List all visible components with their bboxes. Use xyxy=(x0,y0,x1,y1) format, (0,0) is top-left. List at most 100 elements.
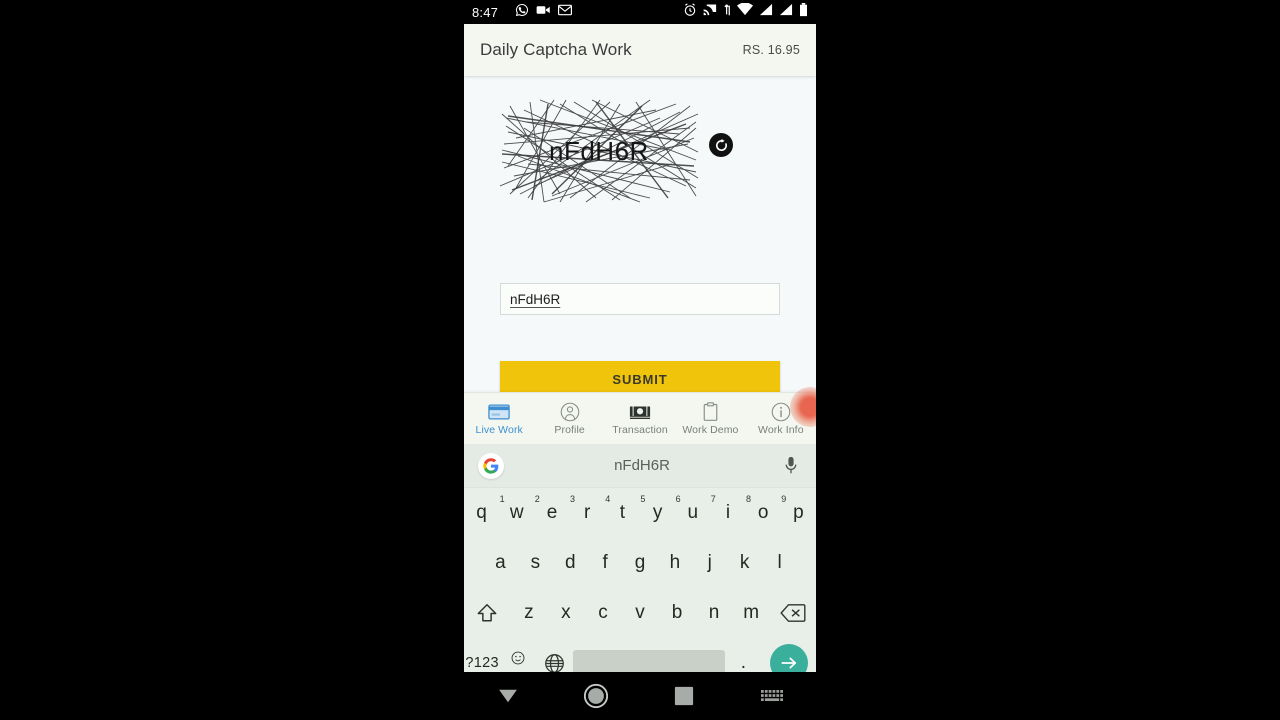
period-key[interactable]: . xyxy=(725,638,761,672)
key-w[interactable]: 2w xyxy=(499,488,540,538)
balance-label: RS. 16.95 xyxy=(742,43,800,57)
key-s[interactable]: s xyxy=(518,538,553,588)
info-circle-icon xyxy=(771,402,791,422)
captcha-text: nFdH6R xyxy=(549,136,649,166)
tab-profile[interactable]: Profile xyxy=(534,393,604,444)
keyboard-row-2: a s d f g h j k l xyxy=(464,538,816,588)
space-key[interactable] xyxy=(572,638,726,672)
key-g[interactable]: g xyxy=(623,538,658,588)
enter-arrow-icon xyxy=(769,644,808,672)
page-title: Daily Captcha Work xyxy=(480,40,632,59)
space-bar xyxy=(572,650,726,672)
status-bar-right xyxy=(683,2,808,22)
key-q[interactable]: 1q xyxy=(464,488,504,538)
emoji-comma-key[interactable]: , xyxy=(500,638,536,672)
enter-key[interactable] xyxy=(762,638,816,672)
suggestion-text[interactable]: nFdH6R xyxy=(504,457,780,474)
main-content: nFdH6R nFdH6R SUBMIT xyxy=(464,76,816,427)
gmail-icon xyxy=(558,3,573,21)
tab-transaction[interactable]: Transaction xyxy=(605,393,675,444)
captcha-answer-value: nFdH6R xyxy=(510,291,561,307)
system-navigation-bar xyxy=(0,672,1280,720)
tab-label-live-work: Live Work xyxy=(475,423,523,436)
wifi-icon xyxy=(737,2,753,21)
key-u-label: u xyxy=(687,502,699,523)
keyboard-row-1: 1q 2w 3e 4r 5t 6y 7u 8i 9o 0p xyxy=(464,488,816,538)
back-down-arrow-icon[interactable] xyxy=(480,676,536,716)
status-bar-clock: 8:47 xyxy=(472,4,499,20)
key-r[interactable]: 4r xyxy=(570,488,610,538)
key-l[interactable]: l xyxy=(762,538,797,588)
microphone-icon[interactable] xyxy=(780,456,802,475)
key-k[interactable]: k xyxy=(727,538,762,588)
whatsapp-icon xyxy=(515,3,529,22)
globe-icon[interactable] xyxy=(537,638,573,672)
cast-icon xyxy=(703,3,718,21)
key-r-label: r xyxy=(584,502,591,523)
captcha-answer-input[interactable]: nFdH6R xyxy=(500,283,780,315)
key-c[interactable]: c xyxy=(584,588,621,638)
key-w-label: w xyxy=(509,502,524,523)
key-d[interactable]: d xyxy=(553,538,588,588)
key-y-label: y xyxy=(652,502,663,523)
key-n[interactable]: n xyxy=(696,588,733,638)
key-q-label: q xyxy=(476,502,487,523)
tab-label-transaction: Transaction xyxy=(612,423,668,436)
key-j[interactable]: j xyxy=(692,538,727,588)
home-circle-icon[interactable] xyxy=(568,676,624,716)
credit-card-icon xyxy=(488,402,510,422)
key-a[interactable]: a xyxy=(483,538,518,588)
system-nav-inner xyxy=(464,676,816,716)
keyboard-icon xyxy=(744,676,800,716)
key-o-label: o xyxy=(757,502,769,523)
key-i-label: i xyxy=(725,502,731,523)
keyboard-row-3: z x c v b n m xyxy=(464,588,816,638)
key-i[interactable]: 8i xyxy=(710,488,751,538)
video-camera-icon xyxy=(536,3,551,21)
bottom-navigation: Live Work Profile Transaction Work Demo … xyxy=(464,392,816,444)
key-z[interactable]: z xyxy=(510,588,547,638)
money-icon xyxy=(629,402,651,422)
key-e[interactable]: 3e xyxy=(534,488,575,538)
app-bar: Daily Captcha Work RS. 16.95 xyxy=(464,24,816,76)
tab-work-demo[interactable]: Work Demo xyxy=(675,393,745,444)
google-g-icon[interactable] xyxy=(478,452,504,479)
phone-screen: 8:47 Daily Captcha Work RS. 16.95 nFdH6R… xyxy=(0,0,1280,720)
key-o[interactable]: 9o xyxy=(746,488,786,538)
tab-label-work-demo: Work Demo xyxy=(682,423,739,436)
signal-2-icon xyxy=(779,3,793,21)
alarm-icon xyxy=(683,2,697,22)
recents-square-icon[interactable] xyxy=(656,676,712,716)
key-b[interactable]: b xyxy=(659,588,696,638)
key-y[interactable]: 6y xyxy=(640,488,681,538)
battery-icon xyxy=(799,2,808,22)
key-u[interactable]: 7u xyxy=(675,488,716,538)
key-e-label: e xyxy=(546,502,558,523)
key-m[interactable]: m xyxy=(733,588,770,638)
key-f[interactable]: f xyxy=(588,538,623,588)
key-h[interactable]: h xyxy=(657,538,692,588)
key-v[interactable]: v xyxy=(621,588,658,638)
symbols-key[interactable]: ?123 xyxy=(464,638,500,672)
tab-label-profile: Profile xyxy=(554,423,585,436)
captcha-area: nFdH6R xyxy=(464,98,816,208)
shift-icon[interactable] xyxy=(464,588,510,638)
key-t[interactable]: 5t xyxy=(605,488,646,538)
keyboard-row-4: ?123 , xyxy=(464,638,816,672)
backspace-icon[interactable] xyxy=(770,588,816,638)
clipboard-icon xyxy=(702,401,719,422)
status-bar-left: 8:47 xyxy=(472,3,573,22)
key-x[interactable]: x xyxy=(547,588,584,638)
tab-live-work[interactable]: Live Work xyxy=(464,393,534,444)
key-p-label: p xyxy=(793,502,804,523)
refresh-icon[interactable] xyxy=(709,133,733,157)
signal-1-icon xyxy=(759,3,773,21)
app-window: Daily Captcha Work RS. 16.95 nFdH6R nFdH… xyxy=(464,24,816,672)
data-transfer-icon xyxy=(724,3,731,22)
key-t-label: t xyxy=(619,502,626,523)
key-p[interactable]: 0p xyxy=(781,488,816,538)
tab-label-work-info: Work Info xyxy=(758,423,804,436)
status-bar: 8:47 xyxy=(464,0,816,24)
person-circle-icon xyxy=(560,402,580,422)
virtual-keyboard: nFdH6R 1q 2w 3e 4r 5t 6y 7u 8i 9 o p a s… xyxy=(464,444,816,672)
